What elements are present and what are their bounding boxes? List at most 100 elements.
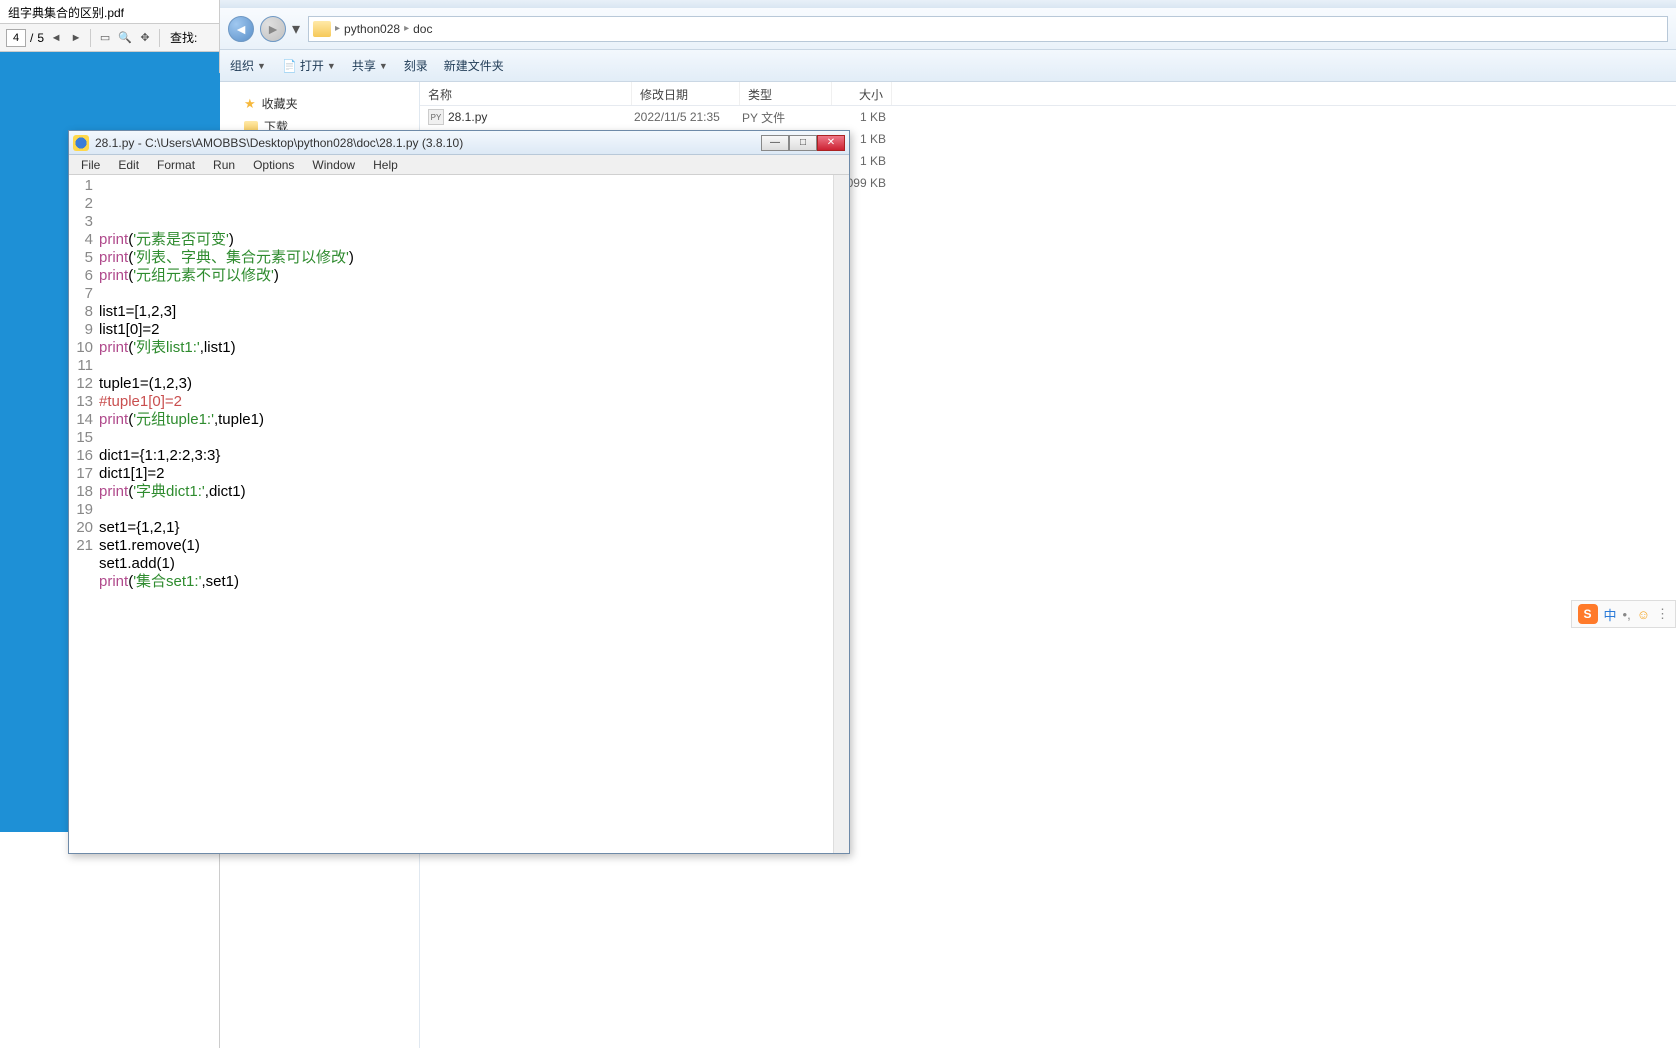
ime-more-button[interactable]: ⋮ xyxy=(1656,606,1669,622)
nav-back-button[interactable]: ◄ xyxy=(228,16,254,42)
nav-history-dropdown[interactable]: ▾ xyxy=(292,19,302,39)
idle-app-icon xyxy=(73,135,89,151)
code-line[interactable] xyxy=(99,357,829,375)
line-number: 12 xyxy=(69,375,93,393)
line-number: 1 xyxy=(69,177,93,195)
star-icon: ★ xyxy=(244,96,256,112)
file-icon: PY xyxy=(428,109,444,125)
code-line[interactable]: list1=[1,2,3] xyxy=(99,303,829,321)
file-date: 2022/11/5 21:35 xyxy=(634,110,742,124)
line-number: 21 xyxy=(69,537,93,555)
ime-emoji-button[interactable]: ☺ xyxy=(1637,607,1650,622)
code-line[interactable]: print('字典dict1:',dict1) xyxy=(99,483,829,501)
sidebar-favorites[interactable]: ★收藏夹 xyxy=(220,92,419,115)
code-line[interactable] xyxy=(99,429,829,447)
pdf-fit-icon[interactable]: ▭ xyxy=(97,30,113,46)
code-line[interactable]: print('元组元素不可以修改') xyxy=(99,267,829,285)
idle-menubar: FileEditFormatRunOptionsWindowHelp xyxy=(69,155,849,175)
explorer-navbar: ◄ ► ▾ ▸ python028 ▸ doc xyxy=(220,8,1676,50)
code-line[interactable]: print('列表、字典、集合元素可以修改') xyxy=(99,249,829,267)
code-editor[interactable]: print('元素是否可变')print('列表、字典、集合元素可以修改')pr… xyxy=(97,175,833,853)
cmd-new-folder[interactable]: 新建文件夹 xyxy=(444,57,504,74)
file-row[interactable]: PY28.1.py2022/11/5 21:35PY 文件1 KB xyxy=(420,106,1676,128)
line-number-gutter: 123456789101112131415161718192021 xyxy=(69,175,97,853)
pdf-page-input[interactable] xyxy=(6,29,26,47)
idle-titlebar[interactable]: 28.1.py - C:\Users\AMOBBS\Desktop\python… xyxy=(69,131,849,155)
cmd-share[interactable]: 共享▼ xyxy=(352,57,388,74)
col-size[interactable]: 大小 xyxy=(832,82,892,105)
code-line[interactable]: list1[0]=2 xyxy=(99,321,829,339)
code-line[interactable]: print('列表list1:',list1) xyxy=(99,339,829,357)
pdf-next-icon[interactable]: ► xyxy=(68,30,84,46)
code-line[interactable] xyxy=(99,285,829,303)
code-line[interactable]: set1={1,2,1} xyxy=(99,519,829,537)
pdf-toolbar: / 5 ◄ ► ▭ 🔍 ✥ 查找: xyxy=(0,24,219,52)
line-number: 7 xyxy=(69,285,93,303)
idle-window: 28.1.py - C:\Users\AMOBBS\Desktop\python… xyxy=(68,130,850,854)
code-line[interactable]: print('元组tuple1:',tuple1) xyxy=(99,411,829,429)
col-type[interactable]: 类型 xyxy=(740,82,832,105)
col-date[interactable]: 修改日期 xyxy=(632,82,740,105)
line-number: 19 xyxy=(69,501,93,519)
line-number: 6 xyxy=(69,267,93,285)
pdf-page-sep: / xyxy=(30,31,33,45)
nav-forward-button[interactable]: ► xyxy=(260,16,286,42)
cmd-burn[interactable]: 刻录 xyxy=(404,57,428,74)
code-line[interactable]: print('集合set1:',set1) xyxy=(99,573,829,591)
ime-toolbar[interactable]: S 中 •, ☺ ⋮ xyxy=(1571,600,1676,628)
pdf-zoom-icon[interactable]: 🔍 xyxy=(117,30,133,46)
minimize-button[interactable]: — xyxy=(761,135,789,151)
line-number: 13 xyxy=(69,393,93,411)
menu-edit[interactable]: Edit xyxy=(110,156,147,174)
cmd-open[interactable]: 📄打开▼ xyxy=(282,57,336,74)
close-button[interactable]: ✕ xyxy=(817,135,845,151)
line-number: 10 xyxy=(69,339,93,357)
address-bar[interactable]: ▸ python028 ▸ doc xyxy=(308,16,1668,42)
line-number: 8 xyxy=(69,303,93,321)
code-line[interactable]: set1.add(1) xyxy=(99,555,829,573)
code-line[interactable]: #tuple1[0]=2 xyxy=(99,393,829,411)
menu-help[interactable]: Help xyxy=(365,156,406,174)
menu-options[interactable]: Options xyxy=(245,156,302,174)
folder-icon xyxy=(313,21,331,37)
menu-run[interactable]: Run xyxy=(205,156,243,174)
breadcrumb-part[interactable]: python028 xyxy=(344,22,400,36)
col-name[interactable]: 名称 xyxy=(420,82,632,105)
idle-title-text: 28.1.py - C:\Users\AMOBBS\Desktop\python… xyxy=(95,136,761,150)
separator xyxy=(159,29,160,47)
line-number: 14 xyxy=(69,411,93,429)
file-name: 28.1.py xyxy=(448,110,634,124)
separator xyxy=(90,29,91,47)
explorer-command-bar: 组织▼ 📄打开▼ 共享▼ 刻录 新建文件夹 xyxy=(220,50,1676,82)
breadcrumb-part[interactable]: doc xyxy=(413,22,432,36)
code-line[interactable]: dict1[1]=2 xyxy=(99,465,829,483)
scrollbar[interactable] xyxy=(833,175,849,853)
open-icon: 📄 xyxy=(282,59,297,73)
line-number: 18 xyxy=(69,483,93,501)
code-line[interactable] xyxy=(99,501,829,519)
cmd-organize[interactable]: 组织▼ xyxy=(230,57,266,74)
code-line[interactable]: dict1={1:1,2:2,3:3} xyxy=(99,447,829,465)
ime-brand-icon[interactable]: S xyxy=(1578,604,1598,624)
menu-file[interactable]: File xyxy=(73,156,108,174)
ime-punct-button[interactable]: •, xyxy=(1623,607,1631,622)
line-number: 5 xyxy=(69,249,93,267)
code-line[interactable]: tuple1=(1,2,3) xyxy=(99,375,829,393)
ime-lang-button[interactable]: 中 xyxy=(1604,605,1617,624)
line-number: 20 xyxy=(69,519,93,537)
pdf-prev-icon[interactable]: ◄ xyxy=(48,30,64,46)
code-line[interactable]: set1.remove(1) xyxy=(99,537,829,555)
line-number: 15 xyxy=(69,429,93,447)
breadcrumb-sep-icon: ▸ xyxy=(335,23,340,34)
pdf-tab[interactable]: 组字典集合的区别.pdf xyxy=(0,0,219,24)
pdf-tool-icon[interactable]: ✥ xyxy=(137,30,153,46)
file-list-header: 名称 修改日期 类型 大小 xyxy=(420,82,1676,106)
line-number: 11 xyxy=(69,357,93,375)
line-number: 4 xyxy=(69,231,93,249)
pdf-search-label: 查找: xyxy=(170,29,197,46)
code-line[interactable]: print('元素是否可变') xyxy=(99,231,829,249)
maximize-button[interactable]: □ xyxy=(789,135,817,151)
code-line[interactable] xyxy=(99,591,829,609)
menu-format[interactable]: Format xyxy=(149,156,203,174)
menu-window[interactable]: Window xyxy=(304,156,363,174)
